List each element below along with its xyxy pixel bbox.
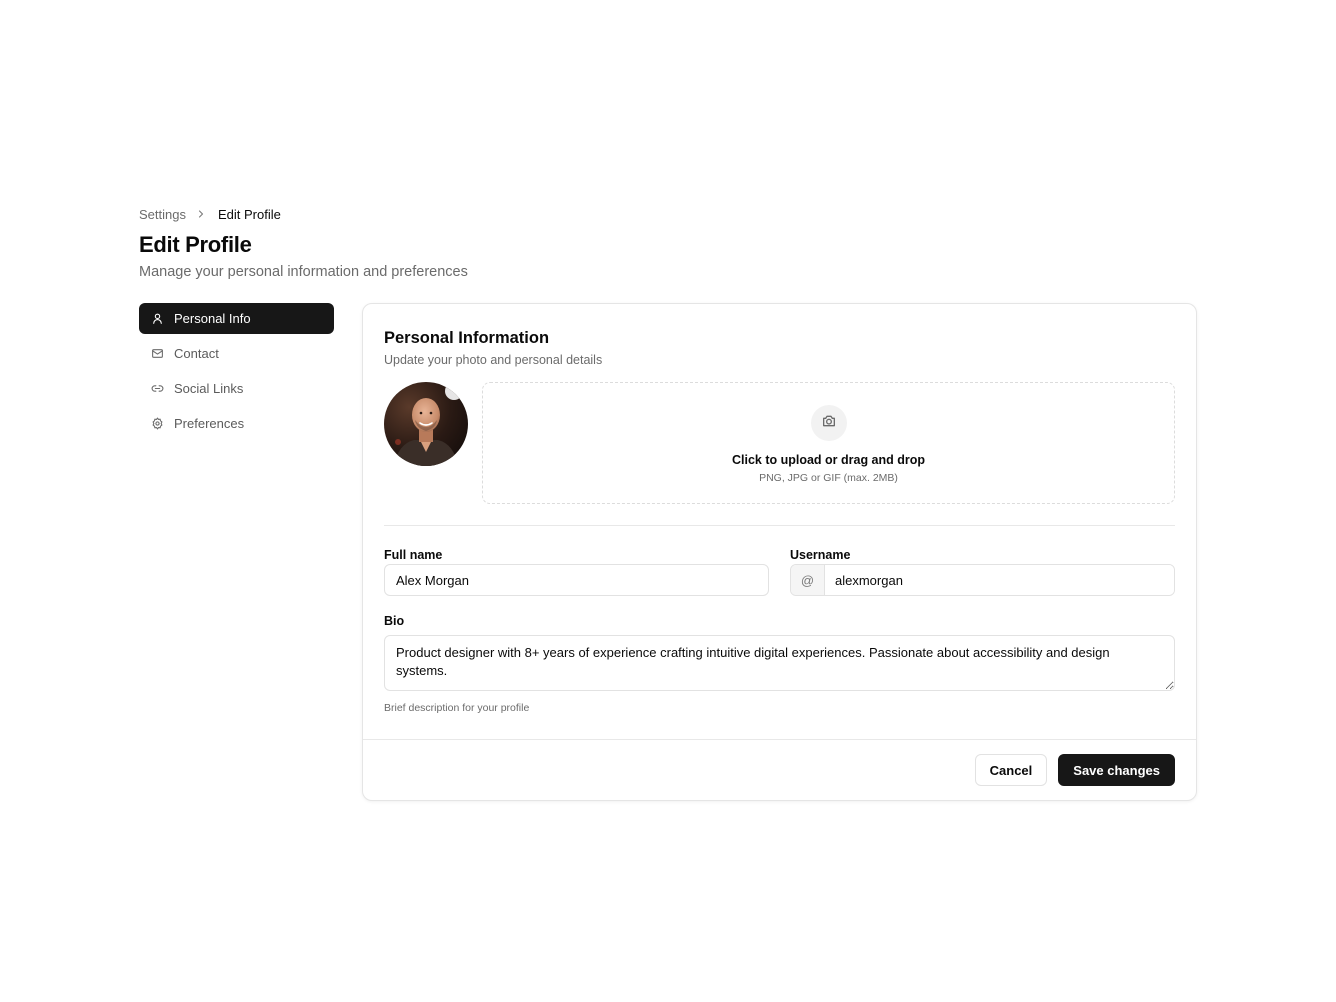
- full-name-input[interactable]: [384, 564, 769, 596]
- bio-field: Bio Product designer with 8+ years of ex…: [384, 614, 1175, 714]
- page-title: Edit Profile: [139, 232, 252, 257]
- sidebar-item-label: Contact: [174, 346, 219, 361]
- breadcrumb-settings-link[interactable]: Settings: [139, 207, 186, 222]
- at-prefix: @: [791, 565, 825, 595]
- chevron-right-icon: [194, 207, 208, 221]
- full-name-field: Full name: [384, 546, 769, 596]
- settings-sidebar: Personal Info Contact Social Links Prefe…: [139, 303, 334, 801]
- breadcrumb-current: Edit Profile: [217, 206, 281, 222]
- username-input[interactable]: [825, 565, 1174, 595]
- card-title: Personal Information: [384, 329, 550, 347]
- user-icon: [150, 312, 164, 326]
- mail-icon: [150, 347, 164, 361]
- cancel-button[interactable]: Cancel: [974, 754, 1048, 786]
- link-icon: [150, 382, 164, 396]
- breadcrumb: Settings Edit Profile: [139, 206, 1197, 222]
- photo-upload-dropzone[interactable]: Click to upload or drag and drop PNG, JP…: [482, 382, 1175, 504]
- sidebar-item-contact[interactable]: Contact: [139, 338, 334, 369]
- card-subtitle: Update your photo and personal details: [384, 353, 603, 367]
- sidebar-item-social-links[interactable]: Social Links: [139, 373, 334, 404]
- avatar[interactable]: [384, 382, 468, 466]
- card-footer: Cancel Save changes: [363, 739, 1196, 800]
- sidebar-item-label: Preferences: [174, 416, 245, 431]
- bio-label: Bio: [384, 614, 405, 628]
- full-name-label: Full name: [384, 548, 443, 562]
- edit-profile-page: Settings Edit Profile Edit Profile Manag…: [139, 206, 1197, 801]
- username-input-group: @: [790, 564, 1175, 596]
- photo-row: Click to upload or drag and drop PNG, JP…: [384, 382, 1175, 504]
- page-subtitle: Manage your personal information and pre…: [139, 264, 468, 280]
- sidebar-item-label: Personal Info: [174, 311, 251, 326]
- upload-title: Click to upload or drag and drop: [731, 453, 926, 467]
- name-fields-row: Full name Username @: [384, 546, 1175, 596]
- settings-layout: Personal Info Contact Social Links Prefe…: [139, 303, 1197, 801]
- bio-textarea[interactable]: Product designer with 8+ years of experi…: [384, 635, 1175, 691]
- save-changes-button[interactable]: Save changes: [1058, 754, 1175, 786]
- sidebar-item-preferences[interactable]: Preferences: [139, 408, 334, 439]
- username-field: Username @: [790, 546, 1175, 596]
- gear-icon: [150, 417, 164, 431]
- camera-icon: [821, 413, 837, 434]
- username-label: Username: [790, 548, 851, 562]
- sidebar-item-label: Social Links: [174, 381, 244, 396]
- bio-help-text: Brief description for your profile: [384, 702, 530, 714]
- section-divider: [384, 525, 1175, 526]
- upload-icon-circle: [810, 405, 847, 441]
- upload-hint: PNG, JPG or GIF (max. 2MB): [759, 472, 898, 484]
- sidebar-item-personal-info[interactable]: Personal Info: [139, 303, 334, 334]
- personal-information-card: Personal Information Update your photo a…: [362, 303, 1197, 801]
